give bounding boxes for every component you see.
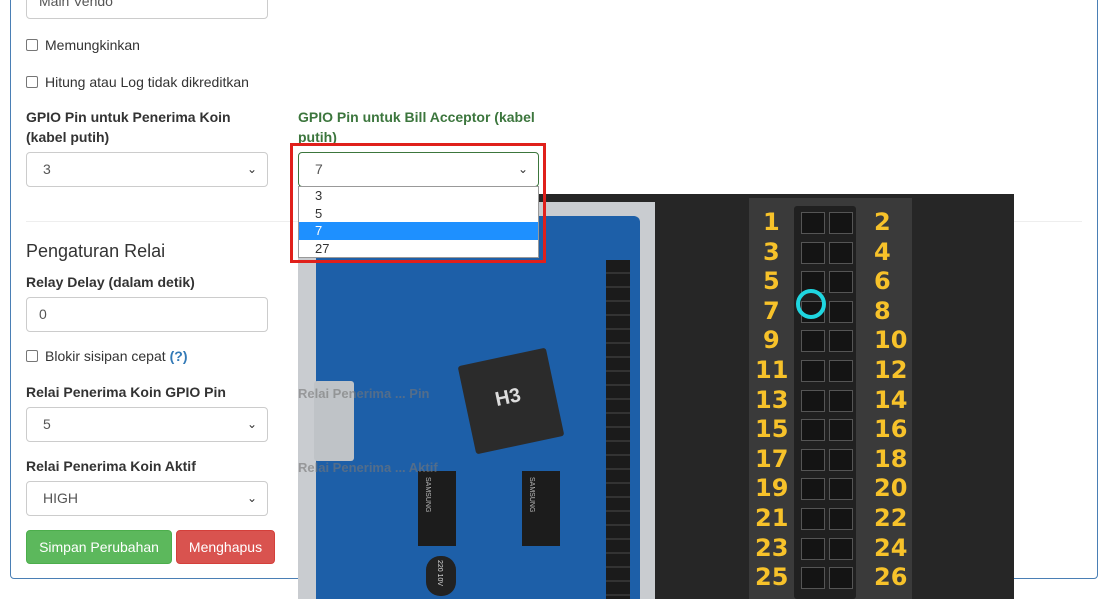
header-pin [801,448,825,471]
header-pin [801,241,825,264]
capacitor: 220 10V [426,556,456,596]
pin-number-even: 10 [874,326,908,355]
soc-chip: H3 [457,347,565,455]
block-insert-checkbox[interactable] [26,350,38,362]
pin-number-odd: 17 [755,444,789,473]
pin-number-odd: 3 [763,237,780,266]
pin-number-even: 8 [874,296,891,325]
header-pin [801,419,825,442]
ghost-relay-pin-label: Relai Penerima ... Pin [298,386,430,401]
header-pin [829,419,853,442]
header-pin [801,360,825,382]
pin-number-even: 22 [874,504,908,532]
highlight-circle [796,289,826,319]
ram-label-1: SAMSUNG [424,477,431,513]
header-pin [829,212,853,234]
header-pin [829,537,853,560]
pin-number-even: 2 [874,208,891,236]
pin-number-odd: 7 [763,296,780,325]
save-button[interactable]: Simpan Perubahan [26,530,172,564]
pin-number-even: 6 [874,267,891,296]
header-pin [801,330,825,353]
header-pin [829,300,853,323]
annotation-highlight-box [290,143,546,263]
coin-relay-active-label: Relai Penerima Koin Aktif [26,458,196,474]
coin-pin-value: 3 [43,161,51,177]
soc-label: H3 [493,384,523,411]
relay-delay-input[interactable]: 0 [26,297,268,332]
coin-relay-pin-select[interactable]: 5 ⌄ [26,407,268,442]
pin-number-even: 12 [874,356,908,384]
coin-relay-active-value: HIGH [43,490,78,506]
pin-number-odd: 11 [755,356,789,384]
delete-button[interactable]: Menghapus [176,530,275,564]
block-insert-checkbox-row[interactable]: Blokir sisipan cepat (?) [26,348,188,364]
ram-label-2: SAMSUNG [528,477,535,513]
header-pin [801,389,825,412]
header-pin [829,567,853,590]
header-pin [829,271,853,294]
pin-number-odd: 13 [755,385,789,414]
ram-chip-1: SAMSUNG [418,471,456,546]
pin-number-even: 14 [874,385,908,414]
pin-number-odd: 15 [755,415,789,444]
coin-pin-select[interactable]: 3 ⌄ [26,152,268,187]
pin-number-even: 20 [874,474,908,503]
pin-number-even: 16 [874,415,908,444]
pin-number-odd: 21 [755,504,789,532]
no-credit-checkbox-row[interactable]: Hitung atau Log tidak dikreditkan [26,74,249,90]
header-pin [829,360,853,382]
header-pin [801,478,825,501]
coin-relay-pin-label: Relai Penerima Koin GPIO Pin [26,384,226,400]
pin-number-even: 24 [874,533,908,562]
gpio-header-strip [606,260,630,599]
ghost-relay-active-label: Relai Penerima ... Aktif [298,460,438,475]
relay-delay-label: Relay Delay (dalam detik) [26,274,195,290]
pin-number-odd: 5 [763,267,780,296]
no-credit-checkbox[interactable] [26,76,38,88]
coin-relay-pin-value: 5 [43,416,51,432]
header-pin [801,567,825,590]
pin-number-odd: 9 [763,326,780,355]
header-pin [801,508,825,530]
header-pin [829,478,853,501]
chevron-down-icon: ⌄ [246,491,257,505]
pin-number-even: 26 [874,563,908,592]
header-pin [829,508,853,530]
enable-label: Memungkinkan [45,37,140,53]
pin-number-even: 18 [874,444,908,473]
block-insert-label: Blokir sisipan cepat [45,348,166,364]
chevron-down-icon: ⌄ [246,162,257,176]
pin-number-odd: 25 [755,563,789,592]
pin-number-odd: 23 [755,533,789,562]
enable-checkbox-row[interactable]: Memungkinkan [26,37,140,53]
bill-pin-label: GPIO Pin untuk Bill Acceptor (kabel puti… [298,109,535,145]
help-icon[interactable]: (?) [170,348,188,364]
vendo-name-input[interactable]: Main Vendo [26,0,268,19]
pin-number-even: 4 [874,237,891,266]
pin-number-odd: 19 [755,474,789,503]
ram-chip-2: SAMSUNG [522,471,560,546]
header-pin [801,537,825,560]
header-pin [829,330,853,353]
header-pin [829,448,853,471]
enable-checkbox[interactable] [26,39,38,51]
header-pin [801,212,825,234]
no-credit-label: Hitung atau Log tidak dikreditkan [45,74,249,90]
orange-pi-board: H3 SAMSUNG SAMSUNG 220 10V [314,216,640,599]
chevron-down-icon: ⌄ [246,417,257,431]
coin-relay-active-select[interactable]: HIGH ⌄ [26,481,268,516]
header-pin [829,241,853,264]
capacitor-label: 220 10V [436,560,443,587]
relay-section-heading: Pengaturan Relai [26,241,166,261]
pin-number-odd: 1 [763,208,780,236]
header-pin [829,389,853,412]
coin-pin-label: GPIO Pin untuk Penerima Koin (kabel puti… [26,109,231,145]
